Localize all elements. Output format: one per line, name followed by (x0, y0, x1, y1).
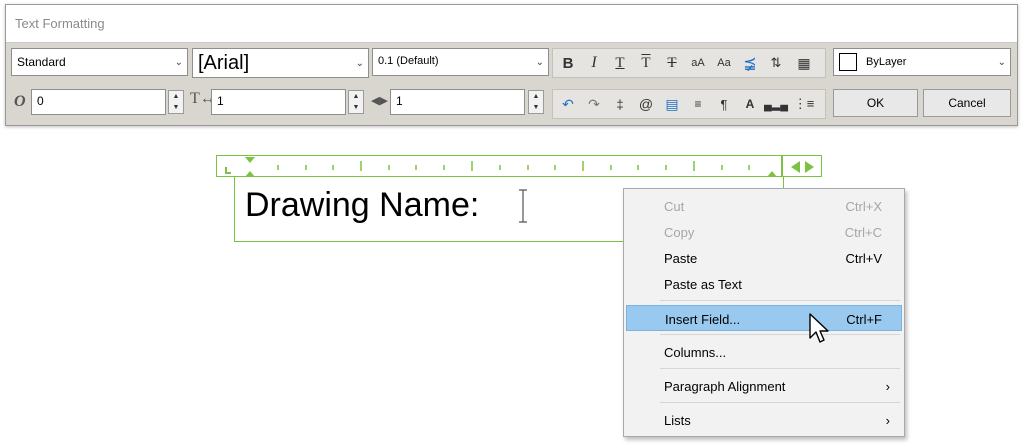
format-toolbar: B I T T T aA Aa ⪵ ⇅ ▦ (552, 48, 826, 78)
width-resize-handle[interactable] (782, 155, 822, 177)
menu-item-shortcut: Ctrl+X (845, 199, 882, 214)
menu-item-paste-as-text[interactable]: Paste as Text (626, 271, 902, 297)
text-formatting-window: Text Formatting Standard ⌄ [Arial] ⌄ 0.1… (5, 4, 1018, 126)
chevron-right-icon: › (885, 379, 890, 394)
resize-arrows-icon (791, 161, 814, 173)
tracking-input[interactable]: 1 (211, 89, 346, 115)
menu-item-label: Copy (664, 225, 695, 240)
bold-icon[interactable]: B (555, 49, 581, 77)
menu-item-shortcut: Ctrl+C (844, 225, 882, 240)
menu-item-columns[interactable]: Columns... (626, 339, 902, 365)
symbol-icon[interactable]: ‡ (607, 90, 633, 118)
title-bar[interactable]: Text Formatting (6, 5, 1017, 43)
background-mask-icon[interactable]: A (737, 90, 763, 118)
width-factor-input[interactable]: 1 (390, 89, 525, 115)
lowercase-icon[interactable]: Aa (711, 49, 737, 77)
mouse-pointer-icon (809, 313, 829, 343)
width-factor-value: 1 (396, 94, 403, 108)
tracking-spinner[interactable]: ▲ ▼ (348, 90, 364, 114)
overline-icon[interactable]: T (633, 49, 659, 77)
tracking-value: 1 (217, 94, 224, 108)
paragraph-icon[interactable]: ¶ (711, 90, 737, 118)
menu-item-shortcut: Ctrl+F (846, 312, 882, 327)
chevron-right-icon: › (885, 413, 890, 428)
menu-item-paste[interactable]: Paste Ctrl+V (626, 245, 902, 271)
color-swatch (839, 53, 857, 71)
menu-item-shortcut: Ctrl+V (845, 251, 882, 266)
menu-separator (660, 368, 900, 369)
menu-item-label: Paragraph Alignment (664, 379, 786, 394)
insert-toolbar: ↶ ↷ ‡ @ ▤ ≡ ¶ A ▄▂▄ ⋮≡ (552, 89, 826, 119)
window-title: Text Formatting (15, 16, 105, 31)
oblique-angle-icon: O (14, 93, 26, 110)
ruler-ticks (225, 157, 777, 177)
columns-icon[interactable]: ▦ (791, 49, 817, 77)
width-factor-spinner[interactable]: ▲ ▼ (528, 90, 544, 114)
menu-item-lists[interactable]: Lists › (626, 407, 902, 433)
color-dropdown[interactable]: ByLayer ⌄ (833, 48, 1011, 76)
menu-item-label: Paste as Text (664, 277, 742, 292)
italic-icon[interactable]: I (581, 49, 607, 77)
text-ruler[interactable] (216, 155, 782, 177)
menu-item-insert-field[interactable]: Insert Field... Ctrl+F (626, 305, 902, 331)
context-menu: Cut Ctrl+X Copy Ctrl+C Paste Ctrl+V Past… (623, 188, 905, 437)
distribute-icon[interactable]: ▄▂▄ (763, 90, 789, 118)
ok-button[interactable]: OK (833, 89, 918, 117)
menu-separator (660, 300, 900, 301)
menu-separator (660, 334, 900, 335)
font-dropdown[interactable]: [Arial] ⌄ (192, 48, 369, 78)
color-value: ByLayer (866, 56, 907, 68)
edit-text: Drawing Name: (245, 186, 480, 224)
menu-item-label: Cut (664, 199, 685, 214)
menu-item-label: Columns... (664, 345, 727, 360)
chevron-down-icon: ⌄ (535, 57, 544, 68)
strikethrough-icon[interactable]: T (659, 49, 685, 77)
font-value: [Arial] (198, 52, 250, 74)
oblique-angle-input[interactable]: 0 (31, 89, 166, 115)
chevron-down-icon: ⌄ (174, 57, 183, 68)
chevron-down-icon: ⌄ (997, 57, 1006, 68)
oblique-angle-spinner[interactable]: ▲ ▼ (168, 90, 184, 114)
style-value: Standard (17, 55, 66, 69)
menu-item-label: Insert Field... (665, 312, 741, 327)
width-factor-icon: ◀▶ (371, 95, 388, 107)
cancel-button[interactable]: Cancel (923, 89, 1011, 117)
text-height-dropdown[interactable]: 0.1 (Default) ⌄ (372, 48, 549, 76)
menu-item-paragraph-alignment[interactable]: Paragraph Alignment › (626, 373, 902, 399)
uppercase-icon[interactable]: aA (685, 49, 711, 77)
text-cursor-icon (519, 189, 527, 223)
menu-item-label: Lists (664, 413, 691, 428)
chevron-down-icon: ⌄ (355, 58, 364, 69)
menu-item-cut[interactable]: Cut Ctrl+X (626, 193, 902, 219)
menu-separator (660, 402, 900, 403)
menu-item-label: Paste (664, 251, 698, 266)
menu-item-copy[interactable]: Copy Ctrl+C (626, 219, 902, 245)
oblique-angle-value: 0 (37, 94, 44, 108)
insert-field-icon[interactable]: ▤ (659, 90, 685, 118)
text-height-value: 0.1 (Default) (378, 55, 439, 67)
undo-icon[interactable]: ↶ (555, 90, 581, 118)
underline-icon[interactable]: T (607, 49, 633, 77)
style-dropdown[interactable]: Standard ⌄ (11, 48, 188, 76)
redo-icon[interactable]: ↷ (581, 90, 607, 118)
numbering-icon[interactable]: ⋮≡ (791, 90, 817, 118)
left-align-icon[interactable]: ≡ (685, 90, 711, 118)
stack-icon[interactable]: ⪵ (737, 49, 763, 77)
line-spacing-icon[interactable]: ⇅ (763, 49, 789, 77)
at-symbol-icon[interactable]: @ (633, 90, 659, 118)
